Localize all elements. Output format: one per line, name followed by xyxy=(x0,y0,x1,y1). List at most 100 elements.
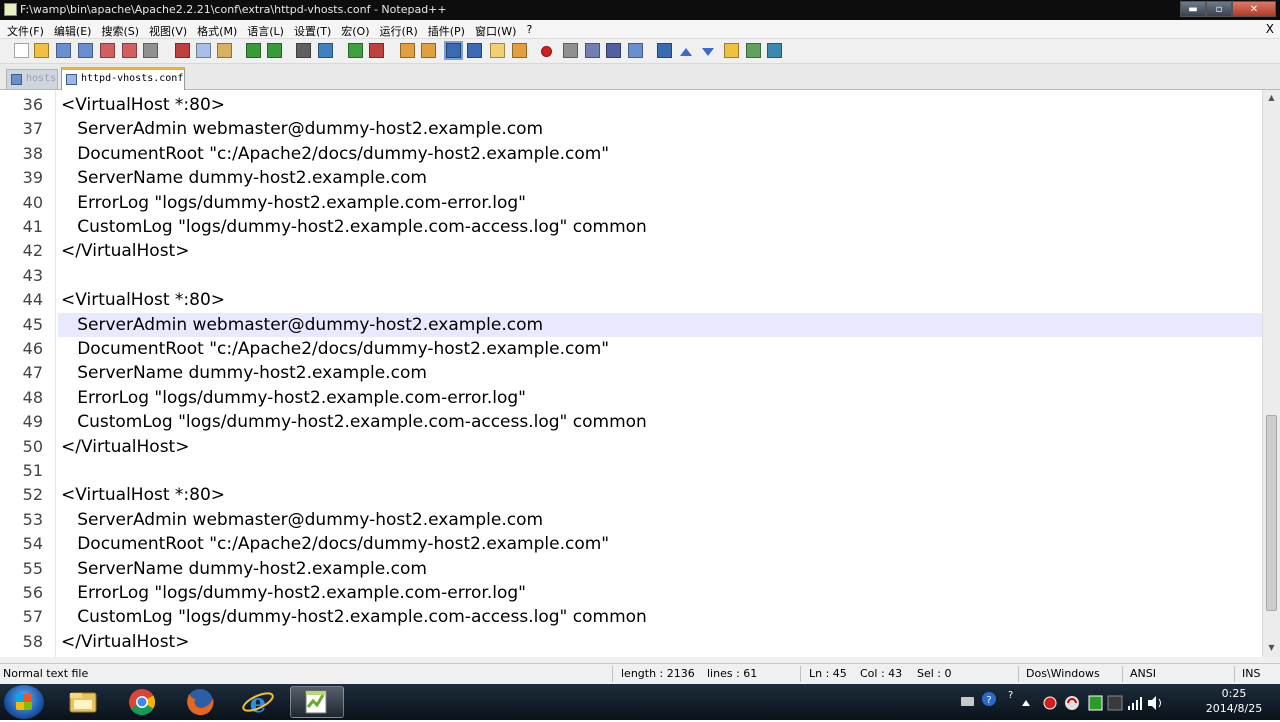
replace-icon[interactable] xyxy=(318,43,333,58)
code-line[interactable]: 42 </VirtualHost> xyxy=(0,239,1262,263)
help-icon[interactable]: ? xyxy=(982,692,996,706)
menu-item-1[interactable]: 编辑(E) xyxy=(49,23,97,39)
keyboard-icon[interactable] xyxy=(961,697,974,706)
code-line[interactable]: 41 CustomLog "logs/dummy-host2.example.c… xyxy=(0,215,1262,239)
line-text[interactable]: <VirtualHost *:80> xyxy=(61,93,225,117)
prev-icon[interactable] xyxy=(680,48,692,56)
print-icon[interactable] xyxy=(143,43,158,58)
taskbar-ie[interactable]: e xyxy=(231,686,285,719)
menu-item-4[interactable]: 格式(M) xyxy=(192,23,242,39)
line-text[interactable]: </VirtualHost> xyxy=(61,630,189,654)
show-all-chars-icon[interactable] xyxy=(467,43,482,58)
sync-vertical-icon[interactable] xyxy=(400,43,415,58)
spellcheck-icon[interactable] xyxy=(767,43,782,58)
menu-item-11[interactable]: ? xyxy=(521,23,537,39)
volume-icon[interactable] xyxy=(1148,696,1161,710)
line-text[interactable]: ServerName dummy-host2.example.com xyxy=(61,361,427,385)
undo-icon[interactable] xyxy=(246,43,261,58)
zoom-in-icon[interactable] xyxy=(348,43,363,58)
menu-item-10[interactable]: 窗口(W) xyxy=(470,23,521,39)
zoom-out-icon[interactable] xyxy=(369,43,384,58)
clock[interactable]: 0:25 2014/8/25 xyxy=(1198,686,1270,716)
line-text[interactable]: </VirtualHost> xyxy=(61,239,189,263)
menu-item-8[interactable]: 运行(R) xyxy=(375,23,423,39)
code-line[interactable]: 43 xyxy=(0,264,1262,288)
code-line[interactable]: 49 CustomLog "logs/dummy-host2.example.c… xyxy=(0,410,1262,434)
find-icon[interactable] xyxy=(296,43,311,58)
menu-item-0[interactable]: 文件(F) xyxy=(2,23,49,39)
line-text[interactable]: DocumentRoot "c:/Apache2/docs/dummy-host… xyxy=(61,337,609,361)
save-icon[interactable] xyxy=(56,43,71,58)
close-icon[interactable] xyxy=(100,43,115,58)
close-window-button[interactable]: ✕ xyxy=(1232,1,1276,17)
next-icon[interactable] xyxy=(702,48,714,56)
close-document-button[interactable]: X xyxy=(1266,22,1274,36)
line-text[interactable]: ServerAdmin webmaster@dummy-host2.exampl… xyxy=(61,508,543,532)
scroll-thumb[interactable] xyxy=(1266,415,1277,611)
npp-icon[interactable] xyxy=(746,43,761,58)
code-line[interactable]: 40 ErrorLog "logs/dummy-host2.example.co… xyxy=(0,191,1262,215)
code-line[interactable]: 39 ServerName dummy-host2.example.com xyxy=(0,166,1262,190)
doc-map-icon[interactable] xyxy=(512,43,527,58)
code-line[interactable]: 46 DocumentRoot "c:/Apache2/docs/dummy-h… xyxy=(0,337,1262,361)
line-text[interactable]: CustomLog "logs/dummy-host2.example.com-… xyxy=(61,215,647,239)
line-text[interactable]: ServerAdmin webmaster@dummy-host2.exampl… xyxy=(61,117,543,141)
scroll-up-arrow[interactable]: ▲ xyxy=(1263,90,1280,106)
line-text[interactable]: <VirtualHost *:80> xyxy=(61,483,225,507)
tab-httpd-vhosts[interactable]: httpd-vhosts.conf xyxy=(61,67,185,90)
taskbar-firefox[interactable] xyxy=(173,686,227,718)
code-line[interactable]: 56 ErrorLog "logs/dummy-host2.example.co… xyxy=(0,581,1262,605)
show-hidden-icons-icon[interactable] xyxy=(1022,700,1030,706)
line-text[interactable]: ErrorLog "logs/dummy-host2.example.com-e… xyxy=(61,386,526,410)
copy-icon[interactable] xyxy=(196,43,211,58)
code-line[interactable]: 45 ServerAdmin webmaster@dummy-host2.exa… xyxy=(0,313,1262,337)
taskbar-chrome[interactable] xyxy=(115,686,169,718)
word-wrap-icon[interactable] xyxy=(444,41,463,60)
code-line[interactable]: 48 ErrorLog "logs/dummy-host2.example.co… xyxy=(0,386,1262,410)
menu-item-7[interactable]: 宏(O) xyxy=(336,23,374,39)
menu-item-6[interactable]: 设置(T) xyxy=(289,23,336,39)
folder-icon[interactable] xyxy=(724,43,739,58)
green-app-icon[interactable] xyxy=(1088,695,1103,711)
save-all-icon[interactable] xyxy=(78,43,93,58)
play-macro-icon[interactable] xyxy=(585,43,600,58)
menu-item-9[interactable]: 插件(P) xyxy=(423,23,470,39)
line-text[interactable]: DocumentRoot "c:/Apache2/docs/dummy-host… xyxy=(61,532,609,556)
line-text[interactable]: ServerAdmin webmaster@dummy-host2.exampl… xyxy=(61,313,543,337)
code-line[interactable]: 52 <VirtualHost *:80> xyxy=(0,483,1262,507)
run-macro-multiple-icon[interactable] xyxy=(606,43,621,58)
paste-icon[interactable] xyxy=(217,43,232,58)
line-text[interactable]: </VirtualHost> xyxy=(61,435,189,459)
line-text[interactable]: CustomLog "logs/dummy-host2.example.com-… xyxy=(61,605,647,629)
code-line[interactable]: 47 ServerName dummy-host2.example.com xyxy=(0,361,1262,385)
record-macro-icon[interactable] xyxy=(541,46,552,57)
line-text[interactable]: ErrorLog "logs/dummy-host2.example.com-e… xyxy=(61,581,526,605)
line-text[interactable]: ServerName dummy-host2.example.com xyxy=(61,557,427,581)
code-line[interactable]: 44 <VirtualHost *:80> xyxy=(0,288,1262,312)
start-button[interactable] xyxy=(4,685,44,719)
signal-icon[interactable] xyxy=(1128,697,1142,710)
code-line[interactable]: 55 ServerName dummy-host2.example.com xyxy=(0,557,1262,581)
sync-horizontal-icon[interactable] xyxy=(421,43,436,58)
vertical-scrollbar[interactable]: ▲ ▼ xyxy=(1262,90,1280,657)
line-text[interactable]: <VirtualHost *:80> xyxy=(61,288,225,312)
line-text[interactable]: ServerName dummy-host2.example.com xyxy=(61,166,427,190)
text-editor[interactable]: 36 <VirtualHost *:80> 37 ServerAdmin webma… xyxy=(0,90,1262,657)
network-activity-icon[interactable] xyxy=(1107,695,1123,711)
code-line[interactable]: 36 <VirtualHost *:80> xyxy=(0,93,1262,117)
code-line[interactable]: 51 xyxy=(0,459,1262,483)
notepadpp-app-icon[interactable] xyxy=(4,3,17,16)
code-line[interactable]: 50 </VirtualHost> xyxy=(0,435,1262,459)
code-line[interactable]: 54 DocumentRoot "c:/Apache2/docs/dummy-h… xyxy=(0,532,1262,556)
menu-item-2[interactable]: 搜索(S) xyxy=(96,23,144,39)
line-text[interactable]: CustomLog "logs/dummy-host2.example.com-… xyxy=(61,410,647,434)
line-text[interactable]: DocumentRoot "c:/Apache2/docs/dummy-host… xyxy=(61,142,609,166)
close-all-icon[interactable] xyxy=(122,43,137,58)
maximize-button[interactable]: ▫ xyxy=(1206,1,1232,17)
taskbar-notepadpp[interactable] xyxy=(290,686,344,718)
record-icon[interactable] xyxy=(1043,696,1057,710)
line-text[interactable]: ErrorLog "logs/dummy-host2.example.com-e… xyxy=(61,191,526,215)
save-macro-icon[interactable] xyxy=(628,43,643,58)
menu-item-3[interactable]: 视图(V) xyxy=(144,23,192,39)
new-file-icon[interactable] xyxy=(14,43,29,58)
